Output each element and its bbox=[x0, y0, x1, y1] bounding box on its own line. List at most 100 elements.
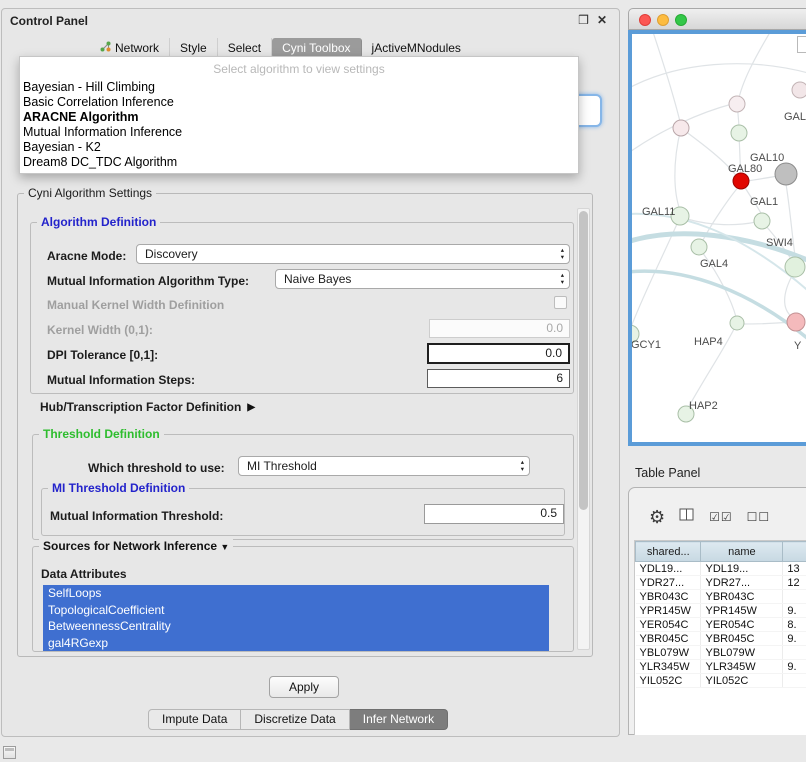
network-edge bbox=[632, 64, 806, 89]
network-node[interactable] bbox=[730, 316, 744, 330]
settings-group-title: Cyni Algorithm Settings bbox=[24, 186, 156, 200]
tab-infer-network[interactable]: Infer Network bbox=[350, 709, 448, 730]
hub-definition-label: Hub/Transcription Factor Definition bbox=[40, 400, 241, 414]
network-node[interactable] bbox=[792, 82, 806, 98]
tab-jactivemnodules[interactable]: jActiveMNodules bbox=[362, 38, 471, 58]
control-panel-tabs: Network Style Select Cyni Toolbox jActiv… bbox=[90, 38, 471, 58]
close-panel-icon[interactable]: ✕ bbox=[597, 13, 607, 27]
float-panel-icon[interactable]: ❒ bbox=[578, 13, 589, 27]
table-panel-toolbar: ⚙ ☑☑ ☐☐ bbox=[629, 488, 806, 532]
network-canvas[interactable]: GAL80GAL10GAL11GAL1SWI4GAL4GCY1HAP4HAP2G… bbox=[632, 34, 806, 442]
data-attribute-item[interactable]: TopologicalCoefficient bbox=[43, 602, 549, 619]
data-attribute-item[interactable]: SelfLoops bbox=[43, 585, 549, 602]
network-node[interactable] bbox=[729, 96, 745, 112]
table-row[interactable]: YDL19...YDL19...13 bbox=[636, 562, 806, 576]
network-corner-widget[interactable] bbox=[797, 36, 806, 53]
algorithm-option[interactable]: ARACNE Algorithm bbox=[20, 110, 578, 125]
table-row[interactable]: YBL079WYBL079W bbox=[636, 646, 806, 660]
algorithm-option[interactable]: Basic Correlation Inference bbox=[20, 95, 578, 110]
table-row[interactable]: YIL052CYIL052C bbox=[636, 674, 806, 688]
combo-arrows-icon: ▴▾ bbox=[561, 248, 564, 261]
control-panel: Control Panel ❒ ✕ Network Style Select C… bbox=[1, 8, 620, 737]
tab-network[interactable]: Network bbox=[90, 38, 170, 58]
network-window-titlebar[interactable] bbox=[628, 8, 806, 30]
tab-impute-data[interactable]: Impute Data bbox=[148, 709, 241, 730]
network-canvas-container: GAL80GAL10GAL11GAL1SWI4GAL4GCY1HAP4HAP2G… bbox=[628, 30, 806, 446]
network-edge bbox=[652, 34, 681, 126]
algorithm-option[interactable]: Mutual Information Inference bbox=[20, 125, 578, 140]
mi-threshold-label: Mutual Information Threshold: bbox=[50, 509, 223, 523]
manual-kernel-width-checkbox[interactable] bbox=[554, 296, 567, 309]
network-edge bbox=[742, 322, 790, 324]
algorithm-dropdown-placeholder: Select algorithm to view settings bbox=[20, 57, 578, 80]
deselect-all-icon[interactable]: ☐☐ bbox=[747, 511, 771, 523]
scrollbar-thumb[interactable] bbox=[579, 211, 588, 510]
sources-title[interactable]: Sources for Network Inference ▼ bbox=[39, 539, 233, 553]
apply-button[interactable]: Apply bbox=[269, 676, 339, 698]
network-node[interactable] bbox=[775, 163, 797, 185]
mi-steps-field[interactable]: 6 bbox=[427, 369, 570, 388]
aracne-mode-select[interactable]: Discovery ▴▾ bbox=[136, 244, 570, 264]
tab-network-label: Network bbox=[115, 38, 159, 58]
select-all-icon[interactable]: ☑☑ bbox=[709, 511, 733, 523]
column-header-extra[interactable] bbox=[783, 542, 806, 562]
network-node[interactable] bbox=[731, 125, 747, 141]
table-header-row: shared... name bbox=[636, 542, 806, 562]
algorithm-option[interactable]: Dream8 DC_TDC Algorithm bbox=[20, 155, 578, 170]
algorithm-option[interactable]: Bayesian - Hill Climbing bbox=[20, 80, 578, 95]
network-node[interactable] bbox=[691, 239, 707, 255]
table-row[interactable]: YBR045CYBR045C9. bbox=[636, 632, 806, 646]
network-node[interactable] bbox=[673, 120, 689, 136]
data-attribute-item[interactable]: gal4RGexp bbox=[43, 635, 549, 652]
node-label: GAL80 bbox=[728, 163, 762, 175]
network-edge bbox=[747, 176, 778, 181]
mi-algorithm-type-label: Mutual Information Algorithm Type: bbox=[47, 274, 249, 288]
column-header-name[interactable]: name bbox=[701, 542, 783, 562]
tab-cyni-toolbox[interactable]: Cyni Toolbox bbox=[272, 38, 361, 58]
kernel-width-label: Kernel Width (0,1): bbox=[47, 323, 153, 337]
column-visibility-icon[interactable] bbox=[679, 508, 695, 526]
hub-definition-toggle[interactable]: Hub/Transcription Factor Definition ▶ bbox=[40, 400, 255, 414]
network-edge bbox=[738, 34, 772, 102]
mi-algorithm-type-value: Naive Bayes bbox=[284, 272, 351, 286]
table-row[interactable]: YBR043CYBR043C bbox=[636, 590, 806, 604]
node-label: HAP4 bbox=[694, 336, 723, 348]
table-row[interactable]: YER054CYER054C8. bbox=[636, 618, 806, 632]
which-threshold-select[interactable]: MI Threshold ▴▾ bbox=[238, 456, 530, 476]
network-node[interactable] bbox=[785, 257, 805, 277]
network-node[interactable] bbox=[787, 313, 805, 331]
mi-algorithm-type-select[interactable]: Naive Bayes ▴▾ bbox=[275, 269, 570, 289]
column-header-shared-name[interactable]: shared... bbox=[636, 542, 701, 562]
table-panel-title: Table Panel bbox=[635, 466, 700, 480]
data-attributes-list[interactable]: SelfLoopsTopologicalCoefficientBetweenne… bbox=[43, 585, 549, 651]
table-row[interactable]: YDR27...YDR27...12 bbox=[636, 576, 806, 590]
panel-window-buttons: ❒ ✕ bbox=[578, 13, 607, 27]
network-node[interactable] bbox=[733, 173, 749, 189]
aracne-mode-value: Discovery bbox=[145, 247, 198, 261]
node-label: GAL11 bbox=[642, 206, 675, 218]
table-row[interactable]: YLR345WYLR345W9. bbox=[636, 660, 806, 674]
data-attribute-item[interactable]: BetweennessCentrality bbox=[43, 618, 549, 635]
settings-scrollbar[interactable] bbox=[577, 208, 590, 650]
zoom-window-icon[interactable] bbox=[675, 14, 687, 26]
mi-threshold-field[interactable]: 0.5 bbox=[424, 504, 564, 524]
node-label: GCY1 bbox=[632, 339, 661, 351]
close-window-icon[interactable] bbox=[639, 14, 651, 26]
restore-panel-icon[interactable] bbox=[3, 746, 16, 759]
manual-kernel-width-label: Manual Kernel Width Definition bbox=[47, 298, 224, 312]
tab-style[interactable]: Style bbox=[170, 38, 218, 58]
which-threshold-label: Which threshold to use: bbox=[88, 461, 225, 475]
combo-arrows-icon: ▴▾ bbox=[521, 460, 524, 473]
gear-icon[interactable]: ⚙ bbox=[649, 508, 665, 526]
minimize-window-icon[interactable] bbox=[657, 14, 669, 26]
algorithm-option[interactable]: Bayesian - K2 bbox=[20, 140, 578, 155]
table-row[interactable]: YPR145WYPR145W9. bbox=[636, 604, 806, 618]
node-label: GAL4 bbox=[700, 258, 728, 270]
dpi-tolerance-field[interactable]: 0.0 bbox=[427, 343, 570, 364]
network-node[interactable] bbox=[754, 213, 770, 229]
data-attributes-label: Data Attributes bbox=[41, 567, 127, 581]
tab-select[interactable]: Select bbox=[218, 38, 272, 58]
algorithm-dropdown-popup: Select algorithm to view settings Bayesi… bbox=[19, 56, 579, 174]
tab-discretize-data[interactable]: Discretize Data bbox=[241, 709, 349, 730]
node-label: GAL8 bbox=[784, 111, 806, 123]
